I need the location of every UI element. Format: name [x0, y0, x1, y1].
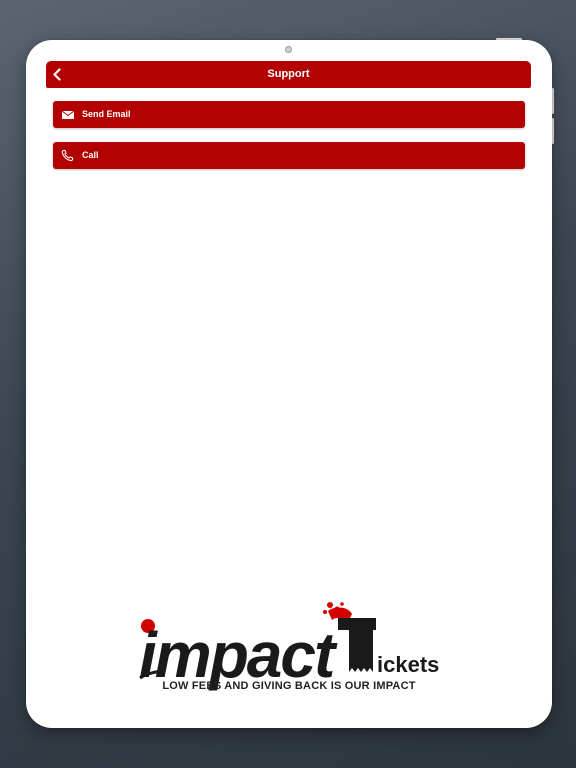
- logo-tagline: LOW FEES AND GIVING BACK IS OUR IMPACT: [162, 680, 416, 692]
- mail-icon: [61, 108, 75, 121]
- page-title: Support: [267, 68, 310, 80]
- front-camera: [285, 46, 292, 53]
- svg-text:ickets: ickets: [377, 652, 439, 677]
- device-screen: Support Send Email Call impact ickets LO…: [26, 40, 552, 728]
- phone-icon: [61, 149, 75, 162]
- send-email-button[interactable]: Send Email: [53, 101, 525, 128]
- call-button[interactable]: Call: [53, 142, 525, 169]
- call-label: Call: [82, 150, 99, 160]
- navigation-bar: Support: [46, 61, 531, 88]
- send-email-label: Send Email: [82, 109, 131, 119]
